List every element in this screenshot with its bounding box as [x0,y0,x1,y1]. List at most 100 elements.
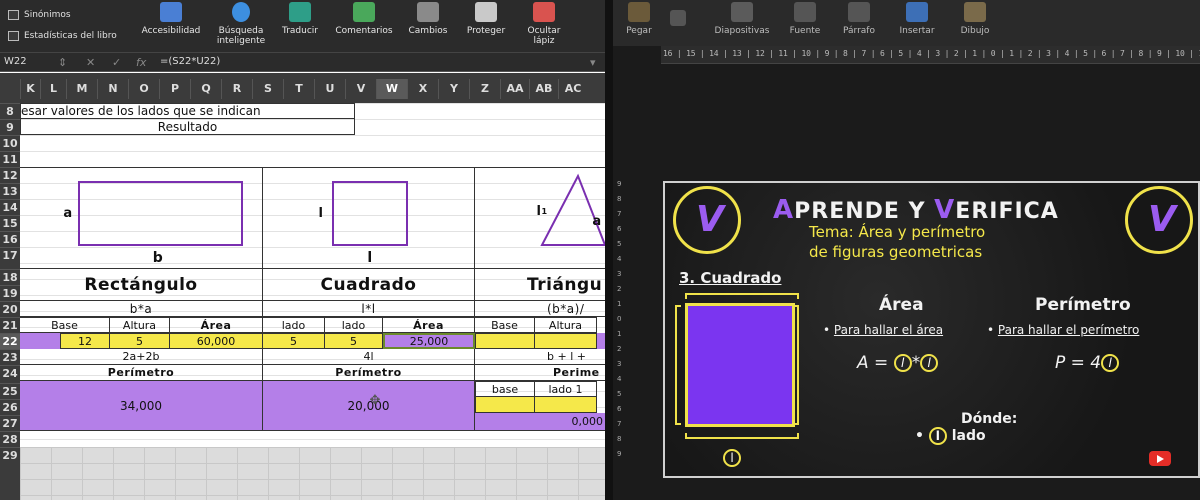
rect-perim-formula[interactable]: 2a+2b [20,349,263,365]
column-header[interactable]: M [66,79,97,99]
sq-title[interactable]: Cuadrado [263,269,475,301]
row-header[interactable]: 24 [0,365,20,381]
formula-input[interactable]: =(S22*U22) [160,56,220,67]
column-header[interactable]: S [252,79,283,99]
row-header[interactable]: 13 [0,183,20,199]
row-header[interactable]: 19 [0,285,20,301]
tri-val-base[interactable] [475,333,535,349]
tri-hdr2-base[interactable]: base [475,381,535,397]
row-header[interactable]: 28 [0,431,20,447]
tri-formula[interactable]: (b*a)/ [475,301,605,317]
column-header[interactable]: L [40,79,66,99]
paragraph-button[interactable]: Párrafo [837,0,881,36]
row-header[interactable]: 11 [0,151,20,167]
synonyms-button[interactable]: Sinónimos [8,10,71,20]
rect-hdr-area[interactable]: Área [170,317,263,333]
row-header[interactable]: 25 [0,383,20,399]
row-header[interactable]: 10 [0,135,20,151]
accessibility-button[interactable]: Accesibilidad [140,0,202,36]
font-button[interactable]: Fuente [783,0,827,36]
rect-val-area[interactable]: 60,000 [170,333,263,349]
rect-perim-label[interactable]: Perímetro [20,365,263,381]
row-header[interactable]: 8 [0,103,20,119]
split-view-divider[interactable] [605,0,613,500]
youtube-icon[interactable] [1149,451,1171,466]
row-header[interactable]: 14 [0,199,20,215]
column-header[interactable]: U [314,79,345,99]
sq-perim-formula[interactable]: 4l [263,349,475,365]
tri-val2-lado1[interactable] [535,397,597,413]
row-header[interactable]: 22 [0,333,20,349]
select-all-corner[interactable] [0,79,20,99]
row-header[interactable]: 18 [0,269,20,285]
tri-val2-base[interactable] [475,397,535,413]
track-changes-button[interactable]: Cambios [402,0,454,36]
rect-title[interactable]: Rectángulo [20,269,263,301]
row-header[interactable]: 15 [0,215,20,231]
drawing-button[interactable]: Dibujo [953,0,997,36]
rect-formula[interactable]: b*a [20,301,263,317]
translate-button[interactable]: Traducir [274,0,326,36]
rect-val-base[interactable]: 12 [60,333,110,349]
column-header[interactable]: AC [558,79,587,99]
column-header[interactable]: W [376,79,407,99]
sq-val-area-selected[interactable]: 25,000 [383,333,475,349]
confirm-icon[interactable]: ✓ [112,56,121,69]
sq-val-lado2[interactable]: 5 [325,333,383,349]
tri-hdr-altura[interactable]: Altura [535,317,597,333]
sq-hdr-lado2[interactable]: lado [325,317,383,333]
row-header[interactable]: 26 [0,399,20,415]
fx-icon[interactable]: fx [136,56,146,69]
slide-canvas[interactable]: V V APRENDE Y VERIFICA Tema: Área y perí… [663,181,1200,478]
spreadsheet-grid[interactable]: esar valores de los lados que se indican… [20,103,605,500]
instruction-cell[interactable]: esar valores de los lados que se indican [20,103,355,119]
row-header[interactable]: 16 [0,231,20,247]
column-header[interactable]: AA [500,79,529,99]
formula-expand-icon[interactable]: ▾ [590,56,596,69]
sq-val-lado1[interactable]: 5 [263,333,325,349]
row-header[interactable]: 23 [0,349,20,365]
column-header[interactable]: K [20,79,40,99]
row-header[interactable]: 21 [0,317,20,333]
workbook-stats-button[interactable]: Estadísticas del libro [8,31,117,41]
row-header[interactable]: 17 [0,247,20,263]
tri-hdr-base[interactable]: Base [475,317,535,333]
column-header[interactable]: AB [529,79,558,99]
column-header[interactable]: R [221,79,252,99]
hide-ink-button[interactable]: Ocultar lápiz [518,0,570,46]
column-header[interactable]: X [407,79,438,99]
empty-rows-area[interactable] [20,447,605,500]
column-header[interactable]: Z [469,79,500,99]
row-header[interactable]: 29 [0,447,20,463]
row-header[interactable]: 12 [0,167,20,183]
paste-button[interactable]: Pegar [619,0,659,36]
column-header[interactable]: P [159,79,190,99]
column-header[interactable]: T [283,79,314,99]
column-header[interactable]: O [128,79,159,99]
tri-val-altura[interactable] [535,333,597,349]
smart-lookup-button[interactable]: Búsqueda inteligente [210,0,272,46]
row-header[interactable]: 9 [0,119,20,135]
slides-button[interactable]: Diapositivas [711,0,773,36]
tri-perim-value[interactable]: 0,000 [475,413,605,431]
result-cell[interactable]: Resultado [20,119,355,135]
column-header[interactable]: V [345,79,376,99]
rect-hdr-altura[interactable]: Altura [110,317,170,333]
row-header[interactable]: 20 [0,301,20,317]
name-box-stepper-icon[interactable]: ⇕ [58,56,67,69]
tri-perim-formula[interactable]: b + l + [475,349,605,365]
column-header[interactable]: N [97,79,128,99]
rect-hdr-base[interactable]: Base [20,317,110,333]
tri-title[interactable]: Triángu [475,269,605,301]
column-header[interactable]: Y [438,79,469,99]
column-header[interactable]: Q [190,79,221,99]
rect-val-altura[interactable]: 5 [110,333,170,349]
protect-button[interactable]: Proteger [460,0,512,36]
cancel-icon[interactable]: ✕ [86,56,95,69]
sq-hdr-area[interactable]: Área [383,317,475,333]
comments-button[interactable]: Comentarios [332,0,396,36]
sq-formula[interactable]: l*l [263,301,475,317]
insert-button[interactable]: Insertar [893,0,941,36]
rect-perim-value[interactable]: 34,000 [20,381,263,431]
row-header[interactable]: 27 [0,415,20,431]
